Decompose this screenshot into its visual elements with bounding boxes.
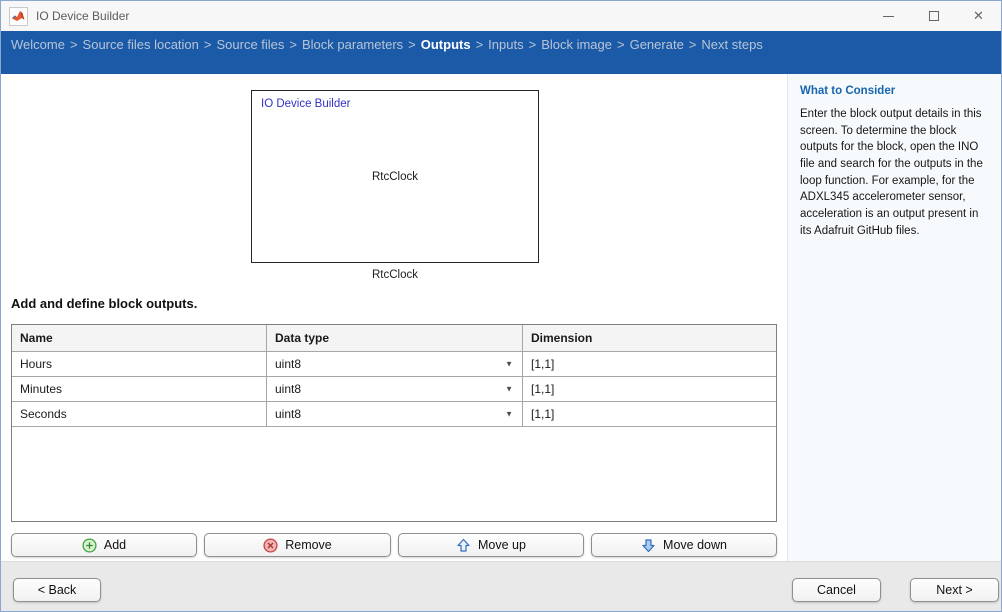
- breadcrumb: Welcome > Source files location > Source fil…: [1, 31, 1001, 74]
- move-up-button-label: Move up: [478, 538, 526, 552]
- add-button[interactable]: Add: [11, 533, 197, 557]
- matlab-logo-icon: [9, 7, 28, 26]
- footer-bar: < Back Cancel Next >: [1, 561, 1001, 612]
- dimension-cell[interactable]: [1,1]: [523, 352, 776, 377]
- name-cell[interactable]: Minutes: [12, 377, 267, 402]
- next-button[interactable]: Next >: [910, 578, 999, 602]
- table-row: Seconds uint8 ▼ [1,1]: [12, 402, 776, 427]
- table-header-row: Name Data type Dimension: [12, 325, 776, 352]
- add-icon: [82, 538, 97, 553]
- table-row: Minutes uint8 ▼ [1,1]: [12, 377, 776, 402]
- block-preview-caption: RtcClock: [251, 269, 539, 281]
- data-type-dropdown[interactable]: uint8 ▼: [267, 352, 523, 377]
- instruction-text: Add and define block outputs.: [11, 296, 197, 311]
- back-button[interactable]: < Back: [13, 578, 101, 602]
- breadcrumb-separator: >: [204, 37, 212, 52]
- dimension-cell[interactable]: [1,1]: [523, 402, 776, 427]
- maximize-button[interactable]: [911, 1, 956, 31]
- move-down-button-label: Move down: [663, 538, 727, 552]
- chevron-down-icon[interactable]: ▼: [505, 410, 513, 419]
- block-preview: IO Device Builder RtcClock: [251, 90, 539, 263]
- breadcrumb-item-block-image[interactable]: Block image: [541, 37, 612, 52]
- column-header-dimension: Dimension: [523, 325, 776, 352]
- dimension-cell[interactable]: [1,1]: [523, 377, 776, 402]
- outputs-table: Name Data type Dimension Hours uint8 ▼ [1…: [11, 324, 777, 522]
- data-type-value: uint8: [275, 407, 301, 421]
- remove-button[interactable]: Remove: [204, 533, 391, 557]
- breadcrumb-separator: >: [476, 37, 484, 52]
- window-controls: ✕: [866, 1, 1001, 31]
- data-type-value: uint8: [275, 382, 301, 396]
- name-cell[interactable]: Seconds: [12, 402, 267, 427]
- arrow-up-icon: [456, 538, 471, 553]
- breadcrumb-item-next-steps[interactable]: Next steps: [701, 37, 762, 52]
- data-type-value: uint8: [275, 357, 301, 371]
- breadcrumb-item-block-parameters[interactable]: Block parameters: [302, 37, 403, 52]
- move-up-button[interactable]: Move up: [398, 533, 584, 557]
- remove-icon: [263, 538, 278, 553]
- breadcrumb-separator: >: [289, 37, 297, 52]
- column-header-data-type: Data type: [267, 325, 523, 352]
- chevron-down-icon[interactable]: ▼: [505, 360, 513, 369]
- column-header-name: Name: [12, 325, 267, 352]
- window-title: IO Device Builder: [36, 9, 129, 23]
- main-content: IO Device Builder RtcClock RtcClock Add …: [1, 74, 787, 561]
- breadcrumb-separator: >: [689, 37, 697, 52]
- breadcrumb-separator: >: [408, 37, 416, 52]
- what-to-consider-panel: What to Consider Enter the block output …: [787, 74, 1002, 561]
- minimize-button[interactable]: [866, 1, 911, 31]
- add-button-label: Add: [104, 538, 126, 552]
- remove-button-label: Remove: [285, 538, 332, 552]
- data-type-dropdown[interactable]: uint8 ▼: [267, 402, 523, 427]
- minimize-icon: [883, 16, 894, 17]
- io-device-builder-window: IO Device Builder ✕ Welcome > Source files…: [0, 0, 1002, 612]
- breadcrumb-separator: >: [70, 37, 78, 52]
- cancel-button[interactable]: Cancel: [792, 578, 881, 602]
- side-panel-body: Enter the block output details in this s…: [800, 106, 991, 239]
- breadcrumb-separator: >: [529, 37, 537, 52]
- table-row: Hours uint8 ▼ [1,1]: [12, 352, 776, 377]
- block-preview-name: RtcClock: [252, 91, 538, 262]
- breadcrumb-item-inputs[interactable]: Inputs: [488, 37, 523, 52]
- close-icon: ✕: [973, 8, 984, 24]
- close-button[interactable]: ✕: [956, 1, 1001, 31]
- breadcrumb-item-welcome[interactable]: Welcome: [11, 37, 65, 52]
- name-cell[interactable]: Hours: [12, 352, 267, 377]
- title-bar: IO Device Builder ✕: [1, 1, 1001, 31]
- data-type-dropdown[interactable]: uint8 ▼: [267, 377, 523, 402]
- breadcrumb-separator: >: [617, 37, 625, 52]
- chevron-down-icon[interactable]: ▼: [505, 385, 513, 394]
- breadcrumb-item-generate[interactable]: Generate: [630, 37, 684, 52]
- breadcrumb-item-source-files[interactable]: Source files: [216, 37, 284, 52]
- move-down-button[interactable]: Move down: [591, 533, 777, 557]
- side-panel-title: What to Consider: [800, 85, 991, 97]
- arrow-down-icon: [641, 538, 656, 553]
- maximize-icon: [929, 11, 939, 21]
- breadcrumb-item-outputs-active[interactable]: Outputs: [421, 37, 471, 52]
- breadcrumb-item-source-files-location[interactable]: Source files location: [83, 37, 199, 52]
